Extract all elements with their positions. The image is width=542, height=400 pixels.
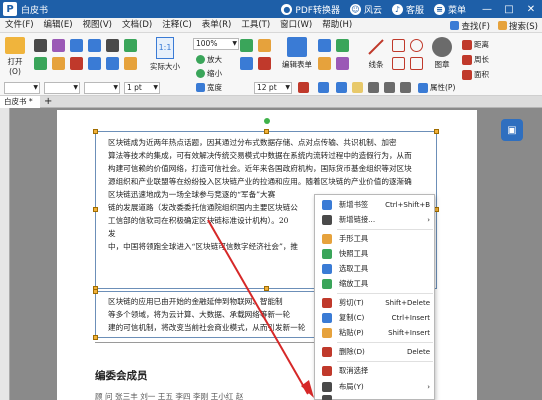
hand-icon <box>322 233 332 244</box>
menu-item-deselect[interactable]: 取消选择 <box>315 363 436 378</box>
menu-item-add-bookmark[interactable]: 新增书签 Ctrl+Shift+B <box>315 197 436 212</box>
context-menu: 新增书签 Ctrl+Shift+B 新增链接... › 手形工具 快照工具 选取工具… <box>314 194 435 400</box>
scissors-icon <box>322 297 332 308</box>
deselect-icon <box>322 365 332 376</box>
camera-icon <box>322 248 332 259</box>
menu-item-zoom-tool[interactable]: 缩放工具 <box>315 276 436 291</box>
menu-separator <box>337 229 433 230</box>
menu-item-snapshot-tool[interactable]: 快照工具 <box>315 246 436 261</box>
delete-icon <box>322 346 332 357</box>
menu-item-layout[interactable]: 布局(Y) › <box>315 379 436 394</box>
menu-item-cut[interactable]: 剪切(T) Shift+Delete <box>315 295 436 310</box>
copy-icon <box>322 312 332 323</box>
menu-item-copy[interactable]: 复制(C) Ctrl+Insert <box>315 310 436 325</box>
select-icon <box>322 263 332 274</box>
menu-item-paste[interactable]: 粘贴(P) Shift+Insert <box>315 325 436 340</box>
red-arrow-annotation <box>207 219 314 398</box>
menu-item-delete[interactable]: 删除(D) Delete <box>315 344 436 359</box>
menu-separator <box>337 361 433 362</box>
link-icon <box>322 214 332 225</box>
menu-separator <box>337 293 433 294</box>
menu-item-more[interactable] <box>315 394 436 400</box>
paste-icon <box>322 327 332 338</box>
floating-tool-button[interactable]: ▣ <box>501 119 523 141</box>
layout-icon <box>322 381 332 392</box>
document-icon: ▣ <box>507 124 517 136</box>
more-icon <box>322 394 332 400</box>
menu-item-select-tool[interactable]: 选取工具 <box>315 261 436 276</box>
bookmark-icon <box>322 199 332 210</box>
zoom-icon <box>322 278 332 289</box>
menu-item-hand-tool[interactable]: 手形工具 <box>315 231 436 246</box>
menu-item-add-link[interactable]: 新增链接... › <box>315 212 436 227</box>
menu-separator <box>337 342 433 343</box>
